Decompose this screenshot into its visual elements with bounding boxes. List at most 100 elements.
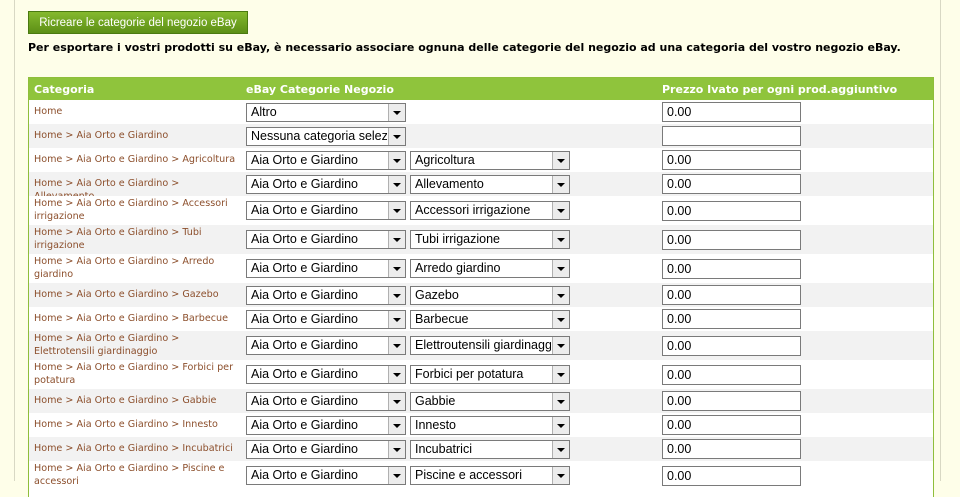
ebay-store-category-select-value: Altro [251, 105, 277, 119]
chevron-down-icon[interactable] [388, 152, 405, 169]
chevron-down-icon[interactable] [388, 202, 405, 219]
table-row: Home > Aia Orto e Giardino > Tubi irriga… [29, 225, 933, 254]
ebay-store-subcategory-select[interactable]: Agricoltura [410, 151, 570, 170]
additional-item-price-input[interactable] [662, 336, 801, 356]
column-header-category: Categoria [34, 83, 95, 96]
table-row: Home > Aia Orto e Giardino > Incubatrici… [29, 437, 933, 461]
ebay-store-subcategory-select[interactable]: Allevamento [410, 175, 570, 194]
additional-item-price-input[interactable] [662, 415, 801, 435]
ebay-store-category-select[interactable]: Aia Orto e Giardino [246, 365, 406, 384]
category-path: Home > Aia Orto e Giardino > Elettrotens… [34, 333, 180, 357]
ebay-store-category-select[interactable]: Nessuna categoria selezionata [246, 127, 406, 146]
chevron-down-icon[interactable] [388, 260, 405, 277]
ebay-store-subcategory-select[interactable]: Barbecue [410, 310, 570, 329]
table-row: Home > Aia Orto e Giardino > Elettrotens… [29, 331, 933, 360]
chevron-down-icon[interactable] [388, 441, 405, 458]
table-row: Home Altro [29, 100, 933, 124]
ebay-store-subcategory-select[interactable]: Accessori irrigazione [410, 201, 570, 220]
chevron-down-icon[interactable] [552, 152, 569, 169]
column-header-price: Prezzo Ivato per ogni prod.aggiuntivo [662, 83, 898, 96]
ebay-store-subcategory-select-value: Agricoltura [415, 153, 475, 167]
additional-item-price-input[interactable] [662, 102, 801, 122]
ebay-store-subcategory-select[interactable]: Forbici per potatura [410, 365, 570, 384]
ebay-store-subcategory-select-value: Incubatrici [415, 442, 472, 456]
category-path: Home > Aia Orto e Giardino > Gazebo [34, 289, 219, 300]
chevron-down-icon[interactable] [552, 176, 569, 193]
chevron-down-icon[interactable] [552, 393, 569, 410]
chevron-down-icon[interactable] [552, 231, 569, 248]
ebay-store-category-select[interactable]: Aia Orto e Giardino [246, 416, 406, 435]
chevron-down-icon[interactable] [552, 260, 569, 277]
ebay-store-subcategory-select-value: Arredo giardino [415, 261, 501, 275]
chevron-down-icon[interactable] [552, 337, 569, 354]
chevron-down-icon[interactable] [388, 104, 405, 121]
additional-item-price-input[interactable] [662, 201, 801, 221]
additional-item-price-input[interactable] [662, 466, 801, 486]
chevron-down-icon[interactable] [388, 287, 405, 304]
chevron-down-icon[interactable] [388, 393, 405, 410]
category-path: Home [34, 106, 63, 117]
ebay-store-subcategory-select[interactable]: Arredo giardino [410, 259, 570, 278]
ebay-store-subcategory-select[interactable]: Gazebo [410, 286, 570, 305]
column-header-ebay-category: eBay Categorie Negozio [246, 83, 394, 96]
ebay-store-category-select[interactable]: Aia Orto e Giardino [246, 201, 406, 220]
page-frame-left [14, 0, 15, 481]
ebay-store-category-select[interactable]: Aia Orto e Giardino [246, 392, 406, 411]
additional-item-price-input[interactable] [662, 174, 801, 194]
chevron-down-icon[interactable] [552, 287, 569, 304]
chevron-down-icon[interactable] [388, 417, 405, 434]
ebay-store-subcategory-select[interactable]: Elettroutensili giardinaggio [410, 336, 570, 355]
ebay-store-subcategory-select-value: Elettroutensili giardinaggio [415, 338, 551, 352]
chevron-down-icon[interactable] [552, 441, 569, 458]
chevron-down-icon[interactable] [552, 417, 569, 434]
chevron-down-icon[interactable] [388, 176, 405, 193]
ebay-store-category-select[interactable]: Aia Orto e Giardino [246, 259, 406, 278]
ebay-store-category-select[interactable]: Aia Orto e Giardino [246, 286, 406, 305]
ebay-store-subcategory-select[interactable]: Gabbie [410, 392, 570, 411]
additional-item-price-input[interactable] [662, 391, 801, 411]
additional-item-price-input[interactable] [662, 309, 801, 329]
ebay-store-category-select[interactable]: Aia Orto e Giardino [246, 310, 406, 329]
chevron-down-icon[interactable] [388, 231, 405, 248]
rebuild-ebay-categories-button[interactable]: Ricreare le categorie del negozio eBay [28, 11, 248, 34]
chevron-down-icon[interactable] [552, 467, 569, 484]
additional-item-price-input[interactable] [662, 259, 801, 279]
table-row: Home > Aia Orto e Giardino > Forbici per… [29, 360, 933, 389]
chevron-down-icon[interactable] [388, 366, 405, 383]
category-path: Home > Aia Orto e Giardino > Accessori i… [34, 198, 228, 222]
additional-item-price-input[interactable] [662, 230, 801, 250]
table-row: Home > Aia Orto e Giardino > Accessori i… [29, 196, 933, 225]
additional-item-price-input[interactable] [662, 285, 801, 305]
ebay-store-category-select-value: Aia Orto e Giardino [251, 338, 358, 352]
ebay-store-subcategory-select[interactable]: Tubi irrigazione [410, 230, 570, 249]
intro-text: Per esportare i vostri prodotti su eBay,… [28, 41, 901, 54]
ebay-store-subcategory-select[interactable]: Piscine e accessori [410, 466, 570, 485]
category-path: Home > Aia Orto e Giardino > Piscine e a… [34, 463, 225, 487]
chevron-down-icon[interactable] [388, 337, 405, 354]
ebay-store-category-select[interactable]: Aia Orto e Giardino [246, 175, 406, 194]
ebay-store-subcategory-select-value: Tubi irrigazione [415, 232, 500, 246]
ebay-store-category-select[interactable]: Aia Orto e Giardino [246, 440, 406, 459]
ebay-store-subcategory-select-value: Piscine e accessori [415, 468, 522, 482]
chevron-down-icon[interactable] [552, 202, 569, 219]
ebay-store-category-select[interactable]: Aia Orto e Giardino [246, 151, 406, 170]
ebay-store-category-select[interactable]: Altro [246, 103, 406, 122]
table-row: Home > Aia Orto e Giardino > Gazebo Aia O… [29, 283, 933, 307]
chevron-down-icon[interactable] [388, 128, 405, 145]
chevron-down-icon[interactable] [388, 311, 405, 328]
chevron-down-icon[interactable] [388, 467, 405, 484]
table-row: Home > Aia Orto e Giardino Nessuna catego… [29, 124, 933, 148]
additional-item-price-input[interactable] [662, 150, 801, 170]
chevron-down-icon[interactable] [552, 311, 569, 328]
ebay-store-category-select[interactable]: Aia Orto e Giardino [246, 336, 406, 355]
category-path: Home > Aia Orto e Giardino > Innesto [34, 419, 218, 430]
ebay-store-category-select-value: Aia Orto e Giardino [251, 442, 358, 456]
ebay-store-subcategory-select[interactable]: Innesto [410, 416, 570, 435]
additional-item-price-input[interactable] [662, 365, 801, 385]
additional-item-price-input[interactable] [662, 126, 801, 146]
ebay-store-category-select[interactable]: Aia Orto e Giardino [246, 466, 406, 485]
ebay-store-subcategory-select[interactable]: Incubatrici [410, 440, 570, 459]
chevron-down-icon[interactable] [552, 366, 569, 383]
ebay-store-category-select[interactable]: Aia Orto e Giardino [246, 230, 406, 249]
additional-item-price-input[interactable] [662, 439, 801, 459]
